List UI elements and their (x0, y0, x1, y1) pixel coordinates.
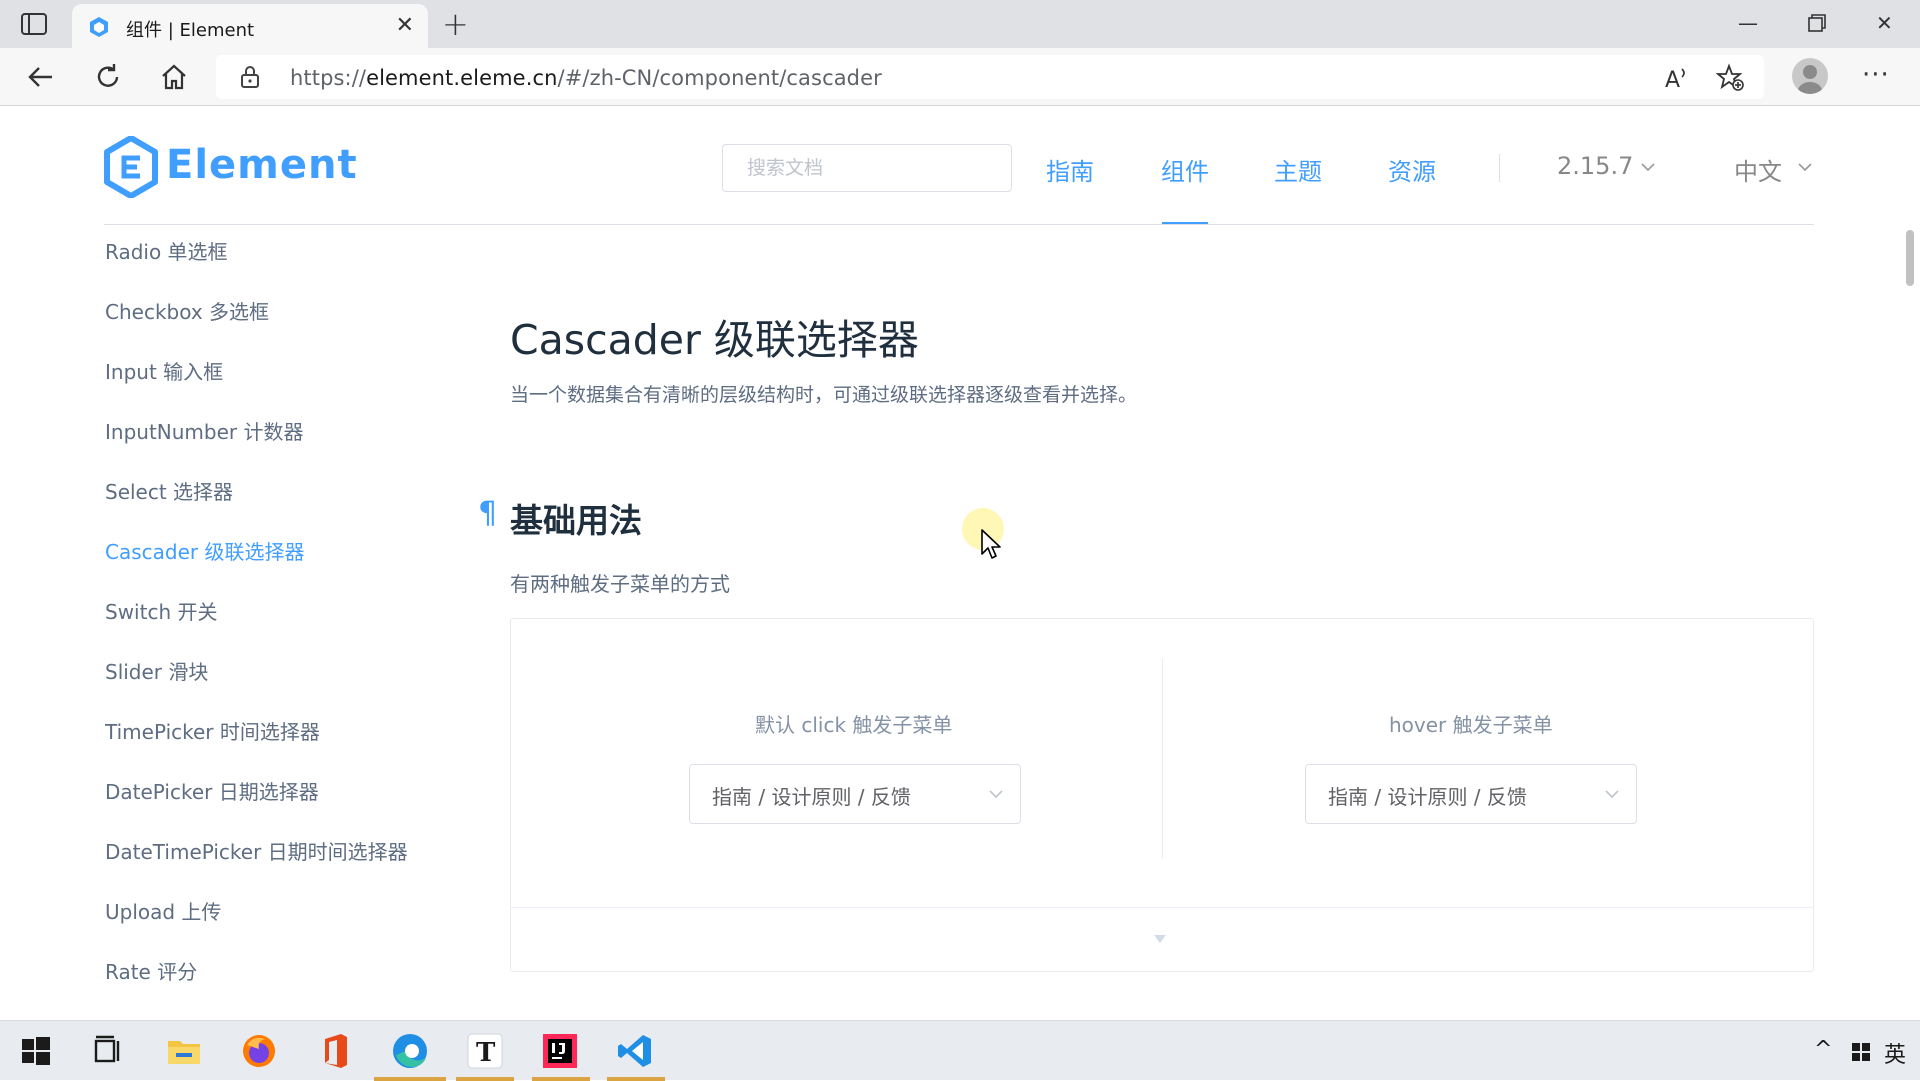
task-view-icon[interactable] (88, 1031, 128, 1071)
chevron-down-icon (1605, 790, 1619, 799)
cascader-click[interactable]: 指南 / 设计原则 / 反馈 (689, 764, 1021, 824)
profile-avatar[interactable] (1792, 58, 1828, 94)
firefox-icon[interactable] (239, 1031, 279, 1071)
vscode-active-indicator (607, 1077, 665, 1081)
sidebar-item-upload[interactable]: Upload 上传 (105, 896, 221, 925)
language-select[interactable]: 中文 (1734, 152, 1782, 187)
nav-theme[interactable]: 主题 (1274, 152, 1322, 187)
chevron-down-icon (989, 790, 1003, 799)
sidebar-item-datepicker[interactable]: DatePicker 日期选择器 (105, 776, 319, 805)
typora-active-indicator (456, 1077, 514, 1081)
url-prefix: https:// (290, 66, 367, 90)
sidebar-item-switch[interactable]: Switch 开关 (105, 596, 217, 625)
nav-resource[interactable]: 资源 (1388, 152, 1436, 187)
nav-component[interactable]: 组件 (1161, 152, 1209, 187)
cascader-hover[interactable]: 指南 / 设计原则 / 反馈 (1305, 764, 1637, 824)
edge-active-indicator (374, 1077, 446, 1081)
sidebar-item-slider[interactable]: Slider 滑块 (105, 656, 208, 685)
address-bar[interactable]: https://element.eleme.cn/#/zh-CN/compone… (216, 55, 1764, 99)
back-arrow-icon[interactable] (24, 60, 58, 94)
tab-title: 组件 | Element (126, 20, 255, 41)
intellij-active-indicator (532, 1077, 590, 1081)
file-explorer-icon[interactable] (164, 1031, 204, 1071)
cascader-hover-value: 指南 / 设计原则 / 反馈 (1328, 785, 1527, 809)
edge-icon[interactable] (390, 1031, 430, 1071)
sidebar-item-timepicker[interactable]: TimePicker 时间选择器 (105, 716, 320, 745)
version-select[interactable]: 2.15.7 (1557, 152, 1633, 180)
favorites-star-icon[interactable] (1716, 63, 1746, 93)
reload-icon[interactable] (91, 60, 125, 94)
demo-label-click: 默认 click 触发子菜单 (755, 713, 953, 737)
restore-window-icon[interactable] (1808, 14, 1826, 32)
caret-down-icon (1154, 935, 1166, 943)
section-description: 有两种触发子菜单的方式 (510, 572, 730, 596)
tab-actions-icon[interactable] (20, 12, 48, 36)
sidebar-item-rate[interactable]: Rate 评分 (105, 956, 197, 985)
page-description: 当一个数据集合有清晰的层级结构时，可通过级联选择器逐级查看并选择。 (510, 384, 1138, 406)
demo-label-hover: hover 触发子菜单 (1389, 713, 1553, 737)
header-divider (104, 224, 1814, 225)
sidebar-item-cascader[interactable]: Cascader 级联选择器 (105, 536, 304, 565)
url-text[interactable]: https://element.eleme.cn/#/zh-CN/compone… (290, 66, 882, 90)
section-anchor-link[interactable]: ¶ (478, 496, 497, 531)
start-icon[interactable] (16, 1031, 56, 1071)
demo-column-divider (1162, 659, 1163, 859)
search-docs-input[interactable] (722, 144, 1012, 192)
cascader-click-value: 指南 / 设计原则 / 反馈 (712, 785, 911, 809)
url-path: /#/zh-CN/component/cascader (557, 66, 882, 90)
sidebar-item-checkbox[interactable]: Checkbox 多选框 (105, 296, 269, 325)
office-icon[interactable] (315, 1031, 355, 1071)
svg-text:T: T (476, 1038, 496, 1068)
more-options-icon[interactable]: ··· (1862, 60, 1890, 90)
tab-close-icon[interactable]: ✕ (396, 14, 414, 38)
demo-code-toggle[interactable] (511, 907, 1813, 971)
version-chevron-down-icon[interactable] (1641, 162, 1655, 172)
mouse-cursor-icon (981, 529, 1001, 559)
sidebar-item-datetimepicker[interactable]: DateTimePicker 日期时间选择器 (105, 836, 408, 865)
nav-separator (1499, 154, 1500, 182)
language-chevron-down-icon[interactable] (1798, 162, 1812, 172)
demo-block: 默认 click 触发子菜单 指南 / 设计原则 / 反馈 hover 触发子菜… (510, 618, 1814, 972)
ime-language-indicator[interactable]: 英 (1884, 1037, 1906, 1069)
profile-person-icon (1798, 65, 1822, 94)
sidebar-item-inputnumber[interactable]: InputNumber 计数器 (105, 416, 304, 445)
close-window-icon[interactable]: ✕ (1876, 10, 1893, 36)
section-title: 基础用法 (510, 501, 642, 540)
page-scrollbar-thumb[interactable] (1906, 230, 1914, 286)
home-icon[interactable] (157, 60, 191, 94)
new-tab-icon[interactable]: + (442, 6, 469, 42)
element-logo[interactable]: Element (104, 136, 357, 198)
minimize-window-icon[interactable]: — (1738, 10, 1758, 36)
page-title: Cascader 级联选择器 (510, 316, 919, 364)
vscode-icon[interactable] (615, 1031, 655, 1071)
windows-taskbar: T ^ 英 (0, 1020, 1920, 1081)
lock-icon[interactable] (240, 65, 260, 89)
browser-toolbar: https://element.eleme.cn/#/zh-CN/compone… (0, 48, 1920, 106)
browser-tab-active[interactable]: 组件 | Element ✕ (72, 4, 428, 48)
browser-tab-strip: 组件 | Element ✕ + — ✕ (0, 0, 1920, 48)
typora-icon[interactable]: T (465, 1031, 505, 1071)
tray-overflow-caret-icon[interactable]: ^ (1814, 1037, 1832, 1062)
ime-mode-icon[interactable] (1850, 1041, 1872, 1063)
svg-text:A: A (1665, 68, 1680, 93)
logo-text: Element (166, 142, 358, 188)
sidebar-item-input[interactable]: Input 输入框 (105, 356, 223, 385)
element-logo-icon (104, 136, 158, 198)
intellij-icon[interactable] (540, 1031, 580, 1071)
element-favicon-icon (90, 17, 108, 37)
sidebar-item-select[interactable]: Select 选择器 (105, 476, 233, 505)
url-host: element.eleme.cn (366, 66, 558, 90)
read-aloud-icon[interactable]: A (1662, 63, 1692, 93)
nav-guide[interactable]: 指南 (1046, 152, 1094, 187)
web-page: Element 指南 组件 主题 资源 2.15.7 中文 Radio 单选框 … (0, 106, 1920, 1020)
sidebar-item-radio[interactable]: Radio 单选框 (105, 236, 228, 265)
